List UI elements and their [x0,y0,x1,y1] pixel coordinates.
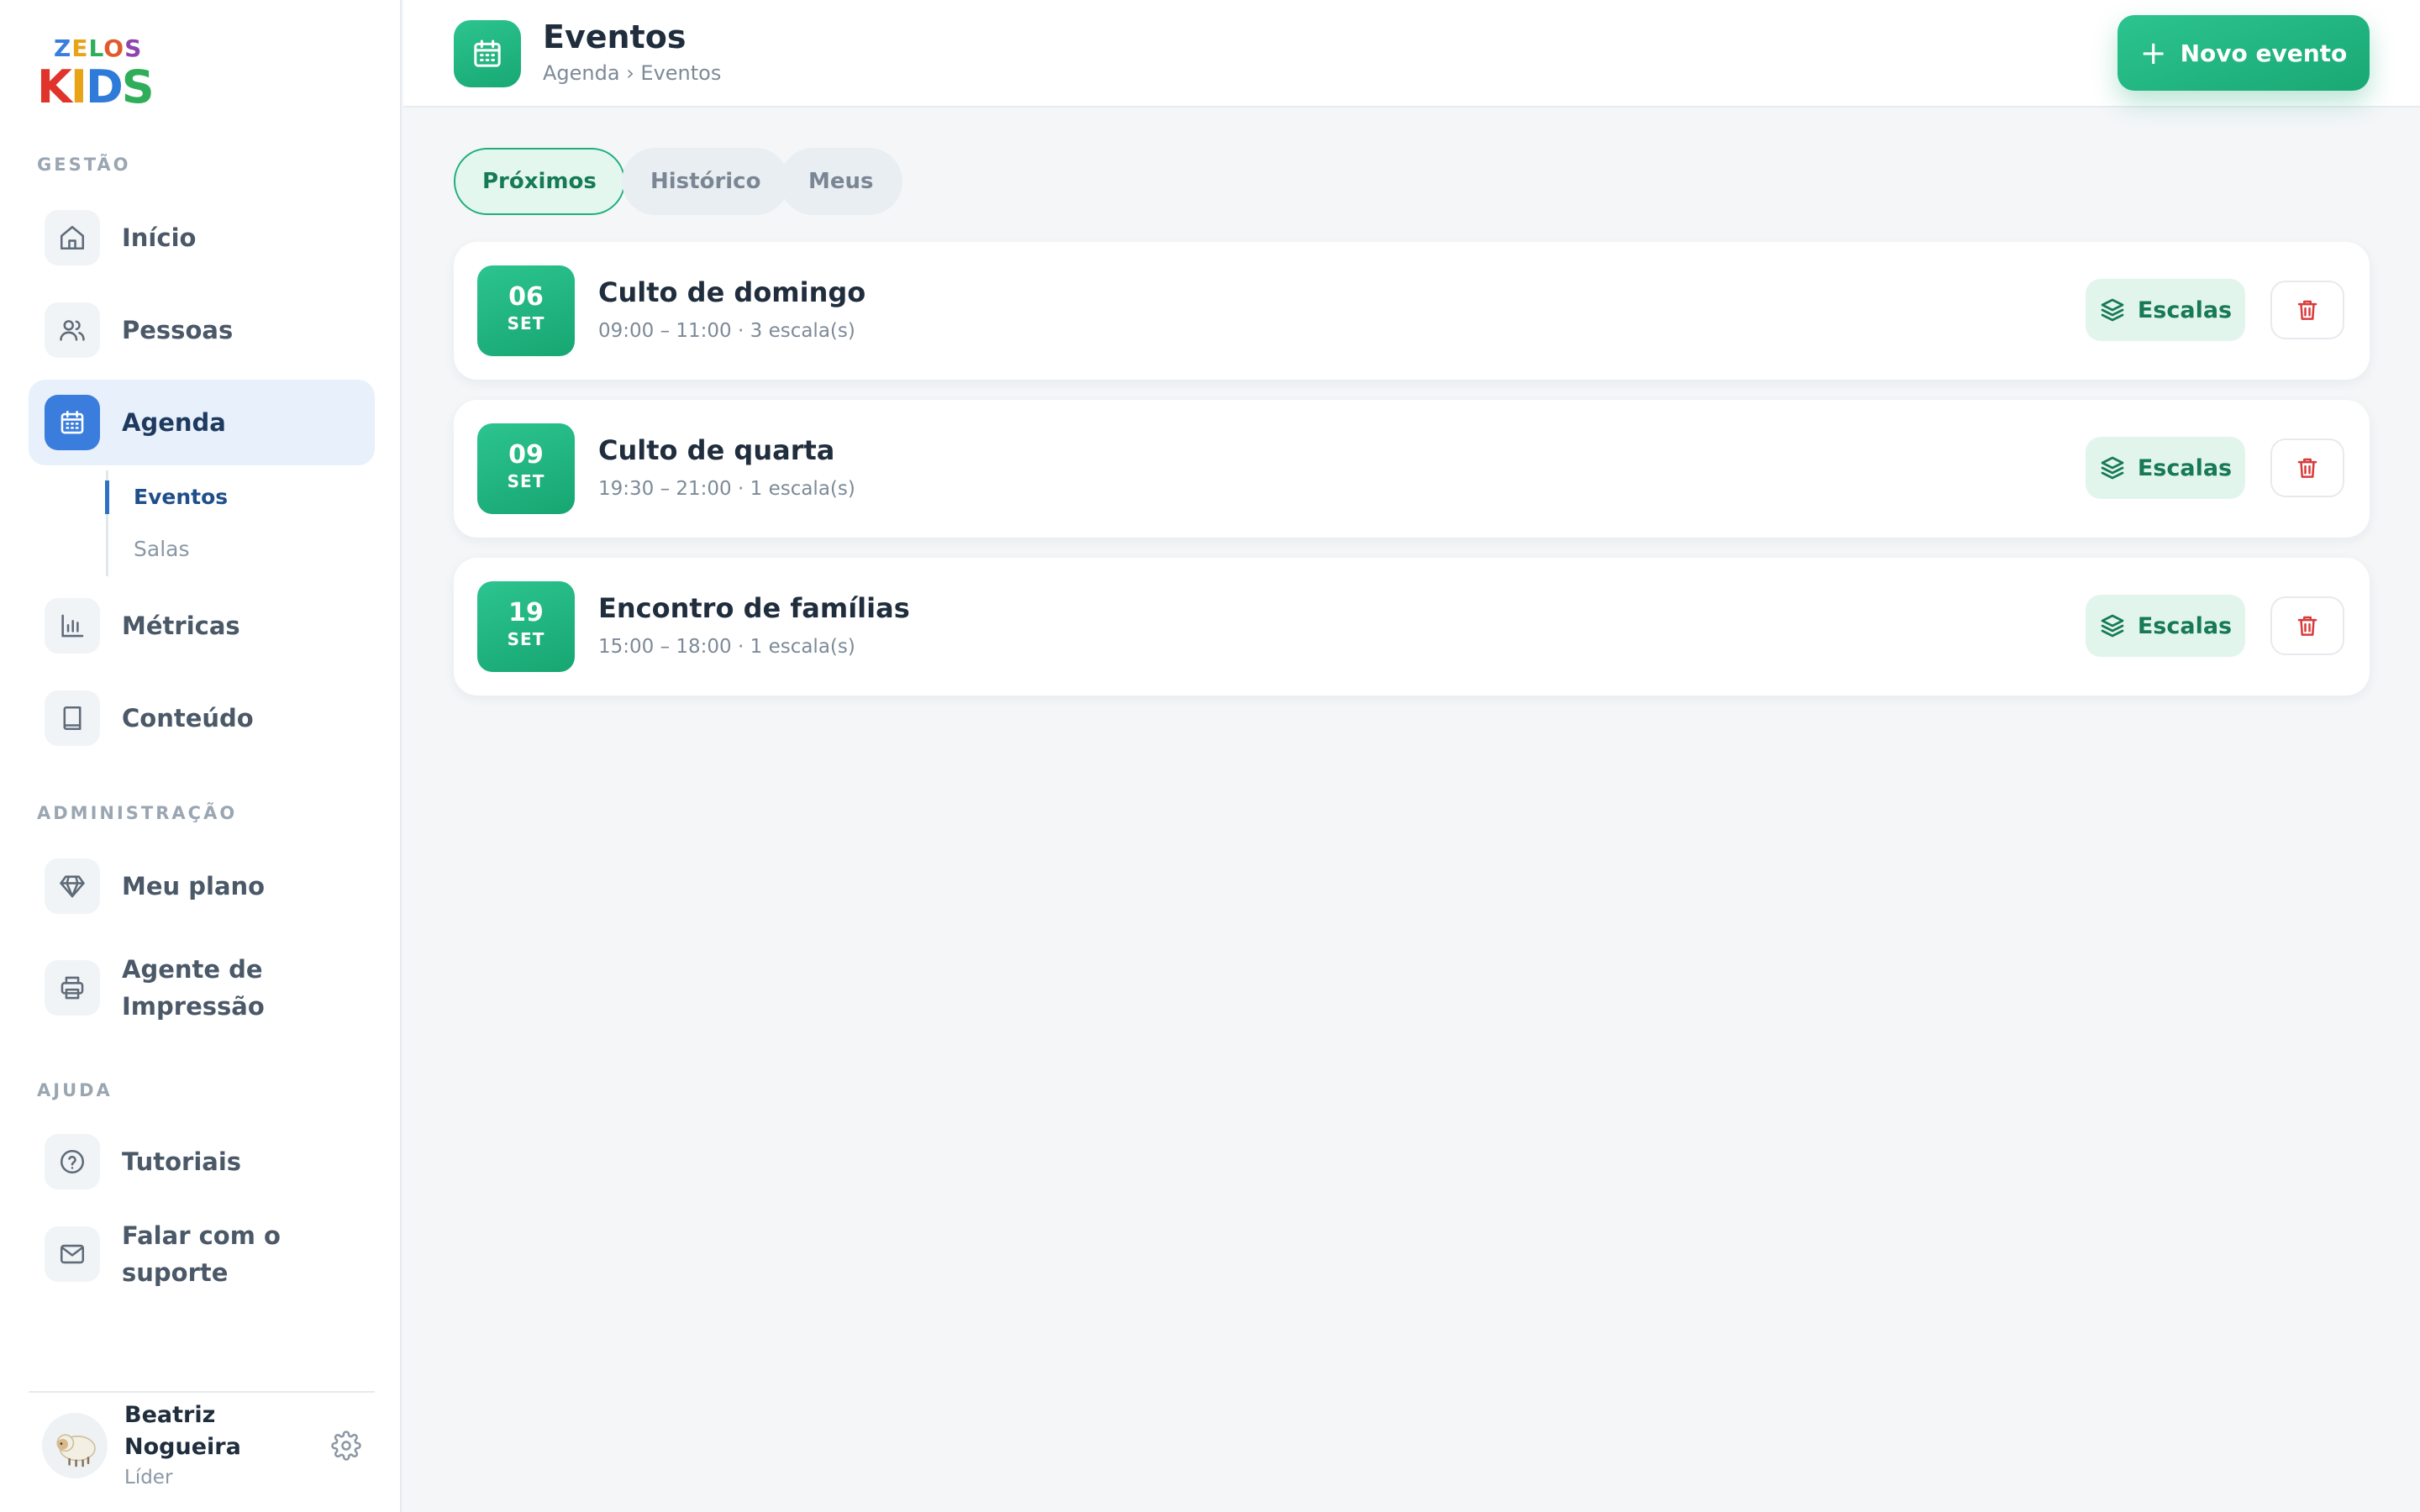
help-circle-icon [45,1134,100,1189]
layers-icon [2101,456,2124,480]
user-name: Beatriz Nogueira [124,1402,241,1460]
sidebar-item-label: Tutoriais [122,1147,242,1176]
agenda-subnav: Eventos Salas [105,470,274,576]
layers-icon [2101,614,2124,638]
sidebar-item-label: Início [122,223,197,252]
sidebar-item-agente-impressao[interactable]: Agente de Impressão [29,942,375,1033]
event-meta: 09:00 – 11:00 · 3 escala(s) [598,320,855,342]
date-day: 09 [508,440,544,470]
date-day: 06 [508,282,544,312]
subnav-item-eventos[interactable]: Eventos [105,480,228,514]
new-event-label: Novo evento [2180,39,2348,67]
date-month: SET [507,629,545,649]
user-panel: Beatriz Nogueira Líder [29,1391,375,1499]
calendar-icon [454,20,521,87]
avatar[interactable] [42,1413,108,1478]
sidebar-item-pessoas[interactable]: Pessoas [29,287,375,373]
sidebar-item-meu-plano[interactable]: Meu plano [29,843,375,929]
event-title: Culto de quarta [598,434,835,466]
settings-button[interactable] [326,1425,366,1466]
subnav-item-salas[interactable]: Salas [108,533,189,566]
date-badge: 19 SET [477,581,575,672]
logo-text-top: ZELOS [54,34,143,62]
date-badge: 06 SET [477,265,575,356]
event-card[interactable]: 09 SET Culto de quarta 19:30 – 21:00 · 1… [454,400,2370,538]
date-day: 19 [508,598,544,627]
users-icon [45,302,100,358]
sidebar-item-label: Agenda [122,408,226,437]
book-icon [45,690,100,746]
page-header: Eventos Agenda › Eventos + Novo evento [403,0,2420,108]
gear-icon [331,1431,361,1461]
delete-event-button[interactable] [2270,438,2344,497]
delete-event-button[interactable] [2270,281,2344,339]
plus-icon: + [2139,34,2167,71]
event-meta: 15:00 – 18:00 · 1 escala(s) [598,636,855,658]
user-role: Líder [124,1467,173,1488]
tab-historico[interactable]: Histórico [622,148,790,215]
escalas-label: Escalas [2137,454,2233,481]
tab-meus[interactable]: Meus [780,148,902,215]
section-label-ajuda: AJUDA [37,1080,113,1100]
sidebar-item-agenda[interactable]: Agenda [29,380,375,465]
sidebar-item-label: Falar com o suporte [122,1221,281,1287]
section-label-administracao: ADMINISTRAÇÃO [37,803,238,823]
sidebar-item-label: Métricas [122,612,240,640]
event-card[interactable]: 19 SET Encontro de famílias 15:00 – 18:0… [454,558,2370,696]
sidebar-item-metricas[interactable]: Métricas [29,583,375,669]
sidebar-item-suporte[interactable]: Falar com o suporte [29,1211,375,1297]
breadcrumb: Agenda › Eventos [543,61,722,85]
event-title: Culto de domingo [598,276,866,308]
trash-icon [2297,616,2317,636]
printer-icon [45,960,100,1016]
app-logo[interactable]: ZELOS KIDS [37,34,155,116]
sidebar-item-label: Agente de Impressão [122,955,265,1021]
tab-proximos[interactable]: Próximos [454,148,625,215]
date-badge: 09 SET [477,423,575,514]
sidebar-item-label: Meu plano [122,872,266,900]
event-card[interactable]: 06 SET Culto de domingo 09:00 – 11:00 · … [454,242,2370,380]
date-month: SET [507,471,545,491]
bar-chart-icon [45,598,100,654]
trash-icon [2297,300,2317,320]
delete-event-button[interactable] [2270,596,2344,655]
new-event-button[interactable]: + Novo evento [2118,15,2370,91]
calendar-icon [45,395,100,450]
sidebar-item-tutoriais[interactable]: Tutoriais [29,1119,375,1205]
mail-icon [45,1226,100,1282]
escalas-button[interactable]: Escalas [2086,437,2245,499]
event-title: Encontro de famílias [598,592,910,624]
escalas-button[interactable]: Escalas [2086,595,2245,657]
sidebar-item-conteudo[interactable]: Conteúdo [29,675,375,761]
escalas-label: Escalas [2137,297,2233,323]
escalas-label: Escalas [2137,612,2233,639]
diamond-icon [45,858,100,914]
sidebar: ZELOS KIDS GESTÃO Início Pessoas Agenda … [0,0,402,1512]
escalas-button[interactable]: Escalas [2086,279,2245,341]
sidebar-item-label: Conteúdo [122,704,254,732]
logo-text-bottom: KIDS [37,60,155,113]
section-label-gestao: GESTÃO [37,155,131,175]
page-title: Eventos [543,18,687,55]
user-info: Beatriz Nogueira Líder [124,1399,326,1492]
home-icon [45,210,100,265]
date-month: SET [507,313,545,333]
layers-icon [2101,298,2124,322]
event-meta: 19:30 – 21:00 · 1 escala(s) [598,478,855,500]
trash-icon [2297,458,2317,478]
sidebar-item-label: Pessoas [122,316,234,344]
sidebar-item-inicio[interactable]: Início [29,195,375,281]
